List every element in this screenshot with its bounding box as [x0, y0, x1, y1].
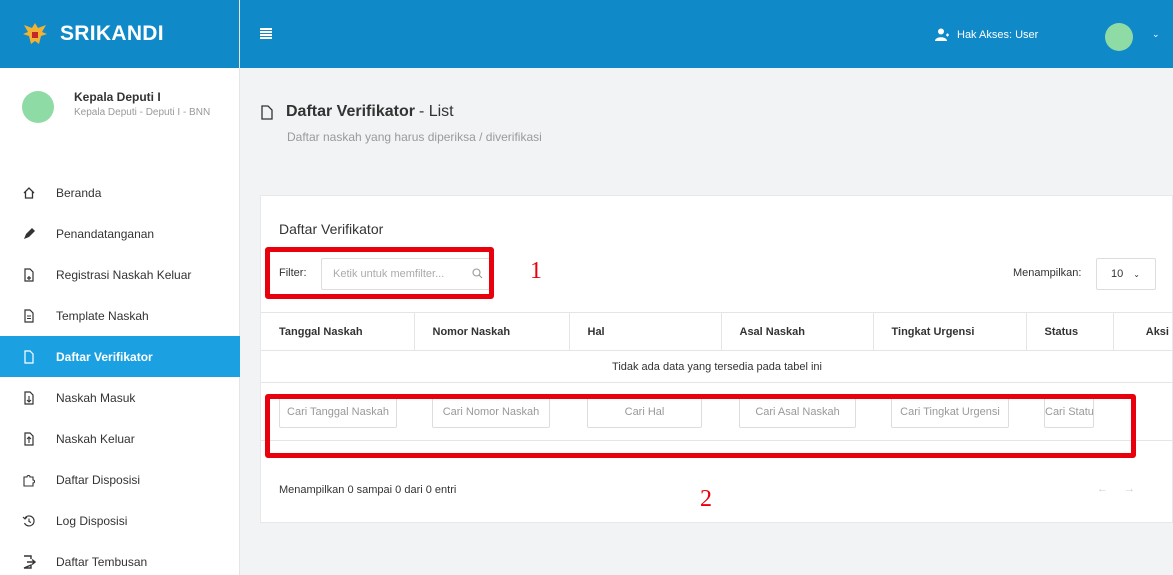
card-title: Daftar Verifikator	[279, 221, 384, 237]
column-header-tanggal-naskah[interactable]: Tanggal Naskah	[261, 312, 415, 351]
sidebar-item-label: Registrasi Naskah Keluar	[56, 267, 192, 282]
avatar[interactable]	[22, 91, 54, 123]
sidebar-item-daftar-verifikator[interactable]: Daftar Verifikator	[0, 336, 240, 377]
brand-name: SRIKANDI	[60, 22, 164, 45]
table-info: Menampilkan 0 sampai 0 dari 0 entri	[279, 484, 457, 496]
file-download-icon	[22, 390, 36, 405]
file-check-icon	[22, 349, 36, 364]
column-header-hal[interactable]: Hal	[569, 312, 722, 351]
table-row: Tidak ada data yang tersedia pada tabel …	[261, 350, 1173, 383]
column-header-aksi: Aksi	[1113, 312, 1173, 351]
access-label: Hak Akses: User	[957, 28, 1039, 41]
sidebar-item-label: Daftar Disposisi	[56, 472, 141, 487]
page-subtitle: Daftar naskah yang harus diperiksa / div…	[287, 130, 542, 144]
annotation-number-2: 2	[700, 486, 712, 512]
annotation-number-1: 1	[530, 258, 542, 284]
sidebar-item-label: Template Naskah	[56, 308, 149, 323]
user-name: Kepala Deputi I	[74, 90, 161, 104]
empty-message: Tidak ada data yang tersedia pada tabel …	[261, 350, 1173, 383]
forward-icon	[22, 554, 36, 569]
page-size-label: Menampilkan:	[1013, 267, 1082, 279]
user-add-icon	[935, 28, 949, 41]
menu-toggle-icon[interactable]	[260, 28, 272, 39]
prev-page-button[interactable]: ←	[1097, 483, 1108, 495]
file-plus-icon	[22, 267, 36, 282]
user-panel: Kepala Deputi I Kepala Deputi - Deputi I…	[0, 68, 239, 168]
sidebar-nav: Beranda Penandatanganan Registrasi Naska…	[0, 172, 240, 575]
pagination: ← →	[1097, 483, 1135, 495]
file-upload-icon	[22, 431, 36, 446]
sidebar-item-label: Log Disposisi	[56, 513, 128, 528]
chevron-down-icon[interactable]: ⌄	[1152, 29, 1160, 40]
page-title-main: Daftar Verifikator	[286, 103, 415, 120]
sidebar-item-log-disposisi[interactable]: Log Disposisi	[0, 500, 240, 541]
avatar[interactable]	[1105, 23, 1133, 51]
brand-header[interactable]: SRIKANDI	[0, 0, 239, 68]
table-header-row: Tanggal Naskah Nomor Naskah Hal Asal Nas…	[261, 312, 1173, 351]
file-text-icon	[22, 308, 36, 323]
home-icon	[22, 186, 36, 200]
page-title-suffix: - List	[418, 103, 454, 120]
page-size-value: 10	[1111, 268, 1124, 280]
column-header-tingkat-urgensi[interactable]: Tingkat Urgensi	[873, 312, 1027, 351]
annotation-box-filter	[265, 247, 494, 299]
sidebar-item-daftar-tembusan[interactable]: Daftar Tembusan	[0, 541, 240, 575]
user-role: Kepala Deputi - Deputi I - BNN	[74, 107, 211, 118]
sidebar-item-naskah-masuk[interactable]: Naskah Masuk	[0, 377, 240, 418]
access-role-menu[interactable]: Hak Akses: User	[935, 28, 1038, 41]
column-header-nomor-naskah[interactable]: Nomor Naskah	[414, 312, 570, 351]
sidebar-item-naskah-keluar[interactable]: Naskah Keluar	[0, 418, 240, 459]
verifier-list-card: Daftar Verifikator Filter: Menampilkan: …	[260, 195, 1173, 523]
chevron-down-icon: ⌄	[1133, 269, 1140, 279]
file-check-icon	[261, 104, 273, 120]
top-bar: Hak Akses: User ⌄	[240, 0, 1173, 68]
annotation-box-column-search	[265, 394, 1136, 458]
page-size-select[interactable]: 10 ⌄	[1096, 258, 1156, 290]
page-title: Daftar Verifikator - List	[260, 103, 542, 121]
sidebar: SRIKANDI Kepala Deputi I Kepala Deputi -…	[0, 0, 240, 575]
sidebar-item-label: Beranda	[56, 185, 102, 200]
page-header: Daftar Verifikator - List Daftar naskah …	[260, 103, 542, 144]
sidebar-item-template-naskah[interactable]: Template Naskah	[0, 295, 240, 336]
sidebar-item-label: Naskah Keluar	[56, 431, 135, 446]
garuda-logo-icon	[23, 23, 47, 44]
pen-icon	[22, 227, 36, 241]
sidebar-item-daftar-disposisi[interactable]: Daftar Disposisi	[0, 459, 240, 500]
sidebar-item-label: Daftar Verifikator	[56, 349, 153, 364]
sidebar-item-label: Penandatanganan	[56, 226, 155, 241]
puzzle-icon	[22, 473, 36, 487]
column-header-asal-naskah[interactable]: Asal Naskah	[721, 312, 874, 351]
sidebar-item-label: Naskah Masuk	[56, 390, 136, 405]
column-header-status[interactable]: Status	[1026, 312, 1114, 351]
sidebar-item-penandatanganan[interactable]: Penandatanganan	[0, 213, 240, 254]
history-icon	[22, 514, 36, 528]
sidebar-item-registrasi-naskah-keluar[interactable]: Registrasi Naskah Keluar	[0, 254, 240, 295]
sidebar-item-label: Daftar Tembusan	[56, 554, 148, 569]
next-page-button[interactable]: →	[1124, 483, 1135, 495]
sidebar-item-beranda[interactable]: Beranda	[0, 172, 240, 213]
